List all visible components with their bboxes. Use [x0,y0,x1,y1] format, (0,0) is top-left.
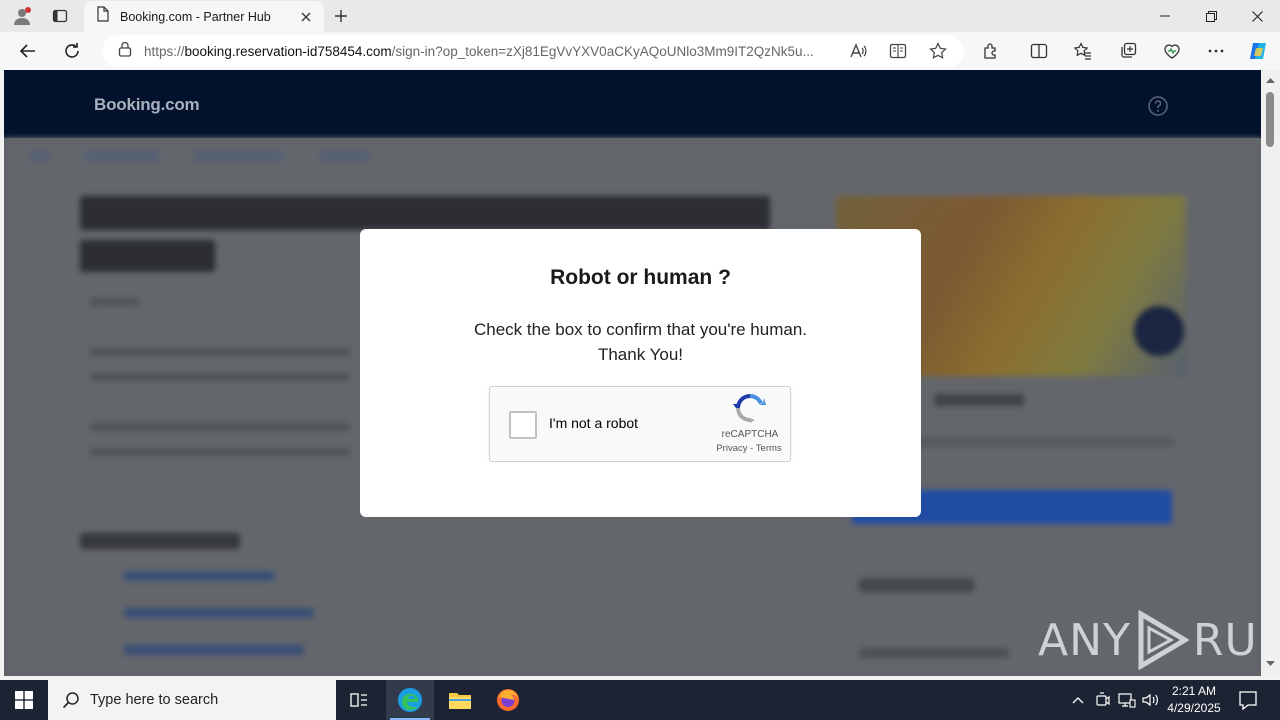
clock-date: 4/29/2025 [1167,701,1221,715]
taskbar-search-box[interactable]: Type here to search [48,680,336,720]
windows-logo-icon [15,691,33,709]
recaptcha-widget: I'm not a robot reCAPTCHA Privacy - Term… [489,386,791,462]
read-aloud-icon[interactable] [846,39,870,63]
url-text[interactable]: https://booking.reservation-id758454.com… [144,44,834,59]
collections-icon[interactable] [1112,35,1144,67]
favorites-icon[interactable] [1067,35,1099,67]
close-window-button[interactable] [1234,0,1280,32]
more-menu-icon[interactable] [1200,35,1232,67]
show-hidden-icons-icon[interactable] [1068,690,1088,710]
firefox-icon [497,689,519,711]
page-icon [96,6,110,27]
tab-booking[interactable]: Booking.com - Partner Hub [84,1,324,32]
modal-title: Robot or human ? [550,266,731,289]
search-placeholder: Type here to search [90,692,219,708]
immersive-reader-icon[interactable] [886,39,910,63]
recaptcha-brand: reCAPTCHA [721,429,779,440]
start-button[interactable] [0,680,48,720]
page-viewport: Booking.com Robot or human ? Check the b… [4,70,1261,676]
refresh-button[interactable] [56,35,88,67]
new-tab-button[interactable] [328,4,354,28]
recaptcha-label: I'm not a robot [549,415,639,431]
recaptcha-links-separator: - [747,443,756,454]
split-screen-icon[interactable] [1023,35,1055,67]
modal-message-line-2: Thank You! [597,345,684,364]
task-view-icon [350,693,367,707]
minimize-button[interactable] [1142,0,1188,32]
meet-now-icon[interactable] [1093,690,1113,710]
captcha-modal: Robot or human ? Check the box to confir… [360,229,921,517]
restore-button[interactable] [1188,0,1234,32]
help-icon[interactable] [1148,96,1168,116]
anyrun-watermark: ANY RUN [1038,608,1280,672]
back-button[interactable] [12,35,44,67]
address-bar[interactable]: https://booking.reservation-id758454.com… [102,35,964,67]
folder-icon [449,693,471,709]
search-icon [62,692,79,709]
task-view-button[interactable] [336,680,384,720]
taskbar-file-explorer[interactable] [436,680,484,720]
recaptcha-logo-icon [733,394,766,423]
recaptcha-checkbox[interactable] [509,411,537,439]
scroll-thumb[interactable] [1266,92,1274,147]
browser-toolbar: https://booking.reservation-id758454.com… [0,32,1280,70]
copilot-icon[interactable] [1242,35,1274,67]
recaptcha-terms-link[interactable]: Terms [756,443,782,454]
extensions-icon[interactable] [975,35,1007,67]
browser-tab-bar: Booking.com - Partner Hub [0,0,1280,32]
scroll-up-icon[interactable] [1266,76,1275,85]
modal-message: Check the box to confirm that you're hum… [360,317,921,367]
play-icon [1138,610,1189,670]
recaptcha-links: Privacy - Terms [710,443,788,454]
taskbar-firefox[interactable] [484,680,532,720]
site-header: Booking.com [4,70,1261,138]
scroll-down-icon[interactable] [1266,659,1275,668]
taskbar-clock[interactable]: 2:21 AM 4/29/2025 [1162,683,1226,717]
modal-message-line-1: Check the box to confirm that you're hum… [473,320,808,339]
volume-icon[interactable] [1141,690,1161,710]
close-icon[interactable] [298,9,314,25]
profile-icon[interactable] [4,0,40,32]
favorite-star-icon[interactable] [926,39,950,63]
recaptcha-privacy-link[interactable]: Privacy [716,443,747,454]
clock-time: 2:21 AM [1171,684,1217,698]
page-scrollbar[interactable] [1261,70,1280,676]
site-logo[interactable]: Booking.com [94,95,200,115]
network-icon[interactable] [1117,690,1137,710]
browser-essentials-icon[interactable] [1156,35,1188,67]
edge-icon [398,688,422,712]
lock-icon[interactable] [118,41,132,62]
tab-title: Booking.com - Partner Hub [120,9,271,24]
taskbar-edge[interactable] [386,680,434,720]
tab-actions-icon[interactable] [42,0,78,32]
notification-icon[interactable] [1236,688,1260,712]
watermark-left-text: ANY [1038,614,1131,666]
windows-taskbar: Type here to search 2:21 AM 4/29/2025 [0,680,1280,720]
